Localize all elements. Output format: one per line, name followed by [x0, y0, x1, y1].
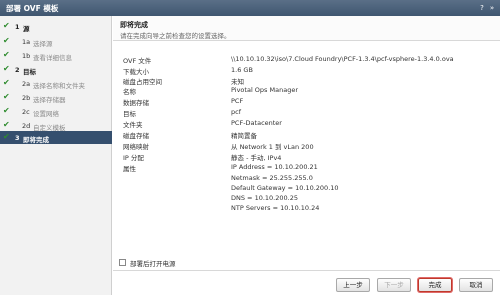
summary-key: OVF 文件 — [123, 57, 152, 65]
summary-value: \\10.10.10.32\iso\7.Cloud Foundry\PCF-1.… — [231, 55, 454, 63]
summary-row-download-size: 下载大小 1.6 GB — [113, 65, 500, 76]
footer-divider — [113, 270, 500, 271]
summary-value: PCF — [231, 97, 244, 105]
back-button[interactable]: 上一步 — [336, 278, 370, 292]
summary-row-folder: 文件夹 PCF-Datacenter — [113, 118, 500, 129]
page-subtitle: 请在完成向导之前检查您的设置选择。 — [120, 32, 231, 40]
check-icon: ✔ — [3, 21, 10, 30]
step-label: 目标 — [23, 68, 36, 76]
main-panel: 即将完成 请在完成向导之前检查您的设置选择。 OVF 文件 \\10.10.10… — [113, 16, 500, 295]
summary-row-dns: DNS = 10.10.200.25 — [113, 193, 500, 203]
summary-value: PCF-Datacenter — [231, 119, 282, 127]
step-number: 2b — [22, 94, 31, 102]
step-number: 1a — [22, 38, 31, 46]
step-1a-select-source[interactable]: ✔ 1a 选择源 — [0, 35, 112, 48]
summary-value: DNS = 10.10.200.25 — [231, 194, 298, 202]
step-number: 2d — [22, 122, 31, 130]
check-icon: ✔ — [3, 50, 10, 59]
summary-value: IP Address = 10.10.200.21 — [231, 163, 318, 171]
step-number: 1 — [15, 23, 20, 31]
summary-value: 静态 - 手动, IPv4 — [231, 154, 282, 162]
page-header: 即将完成 请在完成向导之前检查您的设置选择。 — [113, 16, 500, 41]
summary-key: 目标 — [123, 110, 136, 118]
summary-row-target: 目标 pcf — [113, 107, 500, 118]
summary-value: Pivotal Ops Manager — [231, 86, 298, 94]
step-number: 2c — [22, 108, 30, 116]
expand-icon[interactable]: » — [488, 4, 496, 12]
summary-row-name: 名称 Pivotal Ops Manager — [113, 85, 500, 96]
summary-row-disk-storage: 磁盘存储 精简置备 — [113, 129, 500, 140]
check-icon: ✔ — [3, 64, 10, 73]
window-title: 部署 OVF 模板 — [6, 4, 59, 13]
step-label: 查看详细信息 — [33, 54, 72, 62]
summary-row-disk-size: 磁盘占用空间 未知 — [113, 75, 500, 86]
summary-value: Netmask = 25.255.255.0 — [231, 174, 313, 182]
check-icon: ✔ — [3, 36, 10, 45]
summary-row-datastore: 数据存储 PCF — [113, 96, 500, 107]
step-2a-name-folder[interactable]: ✔ 2a 选择名称和文件夹 — [0, 77, 112, 90]
step-3-ready-to-complete[interactable]: ✔ 3 即将完成 — [0, 131, 112, 144]
power-on-label: 部署后打开电源 — [130, 260, 176, 268]
help-icon[interactable]: ? — [478, 4, 486, 12]
summary-row-network-mapping: 网络映射 从 Network 1 到 vLan 200 — [113, 140, 500, 151]
step-label: 即将完成 — [23, 136, 49, 144]
summary-row-ntp: NTP Servers = 10.10.10.24 — [113, 203, 500, 213]
check-icon: ✔ — [3, 78, 10, 87]
summary-value: 从 Network 1 到 vLan 200 — [231, 143, 314, 151]
step-2c-setup-network[interactable]: ✔ 2c 设置网络 — [0, 105, 112, 118]
summary-key: 文件夹 — [123, 121, 143, 129]
check-icon: ✔ — [3, 120, 10, 129]
step-label: 源 — [23, 25, 30, 33]
summary-value: NTP Servers = 10.10.10.24 — [231, 204, 320, 212]
step-number: 2 — [15, 66, 20, 74]
check-icon: ✔ — [3, 92, 10, 101]
summary-row-ovf-file: OVF 文件 \\10.10.10.32\iso\7.Cloud Foundry… — [113, 54, 500, 65]
summary-value: pcf — [231, 108, 241, 116]
step-2-destination[interactable]: ✔ 2 目标 — [0, 63, 112, 76]
step-label: 选择存储器 — [33, 96, 66, 104]
summary-row-properties: 属性 IP Address = 10.10.200.21 — [113, 162, 500, 173]
check-icon: ✔ — [3, 132, 10, 141]
summary-key: 名称 — [123, 88, 136, 96]
page-title: 即将完成 — [120, 21, 148, 29]
step-label: 选择源 — [33, 40, 53, 48]
summary-row-netmask: Netmask = 25.255.255.0 — [113, 173, 500, 183]
summary-key: 网络映射 — [123, 143, 149, 151]
summary-value: 1.6 GB — [231, 66, 253, 74]
check-icon: ✔ — [3, 106, 10, 115]
step-number: 3 — [15, 134, 20, 142]
step-label: 设置网络 — [33, 110, 59, 118]
summary-row-gateway: Default Gateway = 10.10.200.10 — [113, 183, 500, 193]
finish-button[interactable]: 完成 — [418, 278, 452, 292]
window-titlebar: 部署 OVF 模板 ? » — [0, 0, 500, 16]
step-2b-select-storage[interactable]: ✔ 2b 选择存储器 — [0, 91, 112, 104]
summary-key: 属性 — [123, 165, 136, 173]
summary-key: IP 分配 — [123, 154, 144, 162]
cancel-button[interactable]: 取消 — [459, 278, 493, 292]
summary-key: 磁盘存储 — [123, 132, 149, 140]
step-1-source[interactable]: ✔ 1 源 — [0, 20, 112, 33]
step-number: 2a — [22, 80, 31, 88]
summary-value: 精简置备 — [231, 132, 257, 140]
summary-value: Default Gateway = 10.10.200.10 — [231, 184, 339, 192]
power-on-checkbox[interactable] — [119, 259, 126, 266]
step-number: 1b — [22, 52, 31, 60]
step-1b-review-details[interactable]: ✔ 1b 查看详细信息 — [0, 49, 112, 62]
summary-row-ip-allocation: IP 分配 静态 - 手动, IPv4 — [113, 151, 500, 162]
wizard-step-sidebar: ✔ 1 源 ✔ 1a 选择源 ✔ 1b 查看详细信息 ✔ 2 目标 ✔ 2a 选… — [0, 16, 112, 295]
summary-key: 数据存储 — [123, 99, 149, 107]
step-label: 选择名称和文件夹 — [33, 82, 85, 90]
next-button[interactable]: 下一步 — [377, 278, 411, 292]
